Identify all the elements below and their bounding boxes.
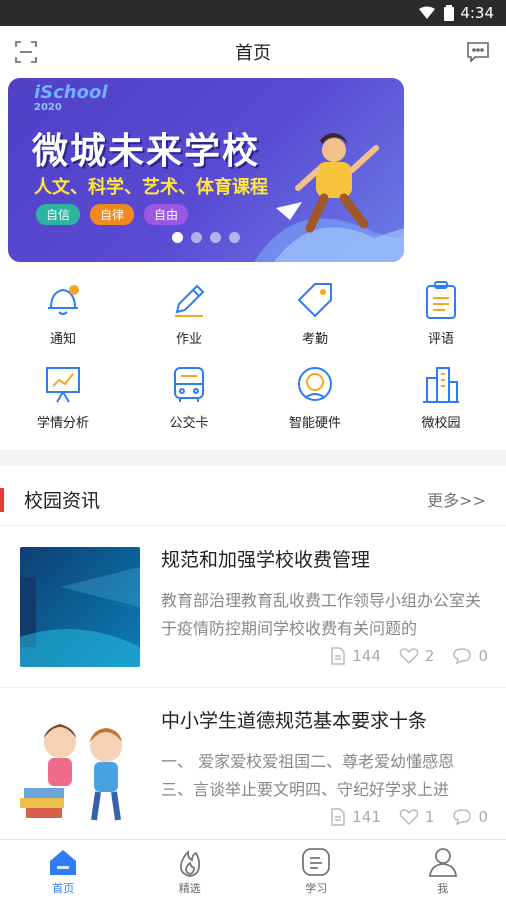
carousel-dot[interactable]	[172, 232, 183, 243]
grid-item-smart-hardware[interactable]: 智能硬件	[252, 362, 378, 440]
scan-icon[interactable]	[14, 40, 38, 64]
grid-item-label: 评语	[427, 332, 454, 347]
carousel-dot[interactable]	[210, 232, 221, 243]
tab-label: 首页	[52, 882, 75, 895]
page-title: 首页	[235, 43, 271, 64]
view-count: 141	[352, 808, 381, 826]
chart-board-icon	[46, 367, 80, 403]
grid-item-analysis[interactable]: 学情分析	[0, 362, 126, 440]
top-bar: 首页	[0, 26, 506, 78]
news-item[interactable]: 中小学生道德规范基本要求十条 一、 爱家爱校爱祖国二、尊老爱幼懂感恩三、言谈举止…	[0, 688, 506, 849]
banner-carousel[interactable]: iSchool 2020 微城未来学校 人文、科学、艺术、体育课程 自信 自律 …	[8, 78, 404, 262]
smart-device-icon	[298, 367, 332, 401]
news-meta: 144 2 0	[330, 647, 488, 665]
tab-home[interactable]: 首页	[0, 840, 127, 900]
grid-item-attendance[interactable]: 考勤	[252, 278, 378, 356]
grid-item-notice[interactable]: 通知	[0, 278, 126, 356]
banner-tag: 自律	[90, 204, 135, 225]
tab-study[interactable]: 学习	[253, 840, 380, 900]
comment-icon[interactable]	[452, 808, 472, 826]
comment-count: 0	[478, 647, 488, 665]
grid-item-label: 考勤	[301, 332, 328, 347]
news-description: 一、 爱家爱校爱祖国二、尊老爱幼懂感恩三、言谈举止要文明四、守纪好学求上进	[161, 752, 455, 799]
bottom-tab-bar: 首页 精选 学习 我	[0, 839, 506, 900]
grid-item-label: 作业	[175, 332, 202, 347]
grid-item-buscard[interactable]: 公交卡	[126, 362, 252, 440]
news-section-header: 校园资讯 更多>>	[0, 470, 506, 526]
section-title: 校园资讯	[24, 490, 101, 512]
grid-item-label: 智能硬件	[288, 416, 341, 431]
carousel-dot[interactable]	[229, 232, 240, 243]
banner-headline: 微城未来学校	[32, 131, 261, 172]
more-link[interactable]: 更多>>	[427, 487, 486, 511]
tag-icon	[297, 283, 332, 318]
comment-icon[interactable]	[452, 647, 472, 665]
news-thumbnail	[20, 547, 140, 667]
wifi-icon	[419, 6, 436, 19]
carousel-indicator	[172, 232, 240, 243]
status-bar: 4:34	[0, 0, 506, 26]
banner-tag: 自由	[144, 204, 189, 225]
study-icon	[302, 848, 331, 876]
banner-illustration	[254, 133, 404, 262]
home-icon	[50, 850, 77, 875]
banner-tag: 自信	[36, 204, 81, 225]
banner-year: 2020	[34, 102, 62, 113]
banner-tags: 自信 自律 自由	[36, 204, 189, 225]
bell-icon	[48, 285, 79, 315]
heart-icon[interactable]	[399, 808, 419, 826]
clipboard-icon	[426, 281, 456, 319]
view-count: 144	[352, 647, 381, 665]
comment-count: 0	[478, 808, 488, 826]
building-icon	[423, 367, 459, 403]
pencil-icon	[175, 284, 205, 317]
grid-item-label: 学情分析	[36, 416, 89, 431]
news-title: 中小学生道德规范基本要求十条	[161, 710, 428, 732]
news-description: 教育部治理教育乱收费工作领导小组办公室关于疫情防控期间学校收费有关问题的	[161, 591, 481, 638]
banner-subtitle: 人文、科学、艺术、体育课程	[34, 177, 268, 198]
flame-icon	[179, 849, 200, 877]
user-icon	[428, 848, 457, 877]
grid-item-label: 公交卡	[169, 416, 209, 431]
news-item[interactable]: 规范和加强学校收费管理 教育部治理教育乱收费工作领导小组办公室关于疫情防控期间学…	[0, 527, 506, 688]
section-divider	[0, 450, 506, 466]
banner-brand: iSchool	[34, 82, 108, 103]
news-thumbnail	[20, 708, 140, 828]
section-accent-bar	[0, 488, 4, 512]
tab-label: 学习	[305, 882, 328, 895]
grid-item-comments[interactable]: 评语	[378, 278, 504, 356]
grid-item-label: 微校园	[421, 416, 461, 431]
like-count: 2	[424, 647, 435, 665]
heart-icon[interactable]	[399, 647, 419, 665]
document-icon	[331, 647, 346, 665]
carousel-dot[interactable]	[191, 232, 202, 243]
document-icon	[331, 808, 346, 826]
status-time: 4:34	[460, 4, 494, 22]
tab-label: 我	[437, 882, 449, 895]
feature-grid: 通知 作业 考勤 评语 学情分析 公交卡 智能硬件 微校园	[0, 278, 506, 438]
like-count: 1	[424, 808, 435, 826]
message-icon[interactable]	[466, 40, 490, 64]
bus-icon	[174, 367, 204, 402]
news-meta: 141 1 0	[330, 808, 488, 826]
grid-item-micro-campus[interactable]: 微校园	[378, 362, 504, 440]
grid-item-label: 通知	[49, 332, 76, 347]
tab-label: 精选	[178, 882, 201, 895]
news-title: 规范和加强学校收费管理	[161, 549, 371, 571]
tab-featured[interactable]: 精选	[127, 840, 254, 900]
tab-me[interactable]: 我	[380, 840, 506, 900]
battery-icon	[444, 5, 455, 21]
grid-item-homework[interactable]: 作业	[126, 278, 252, 356]
